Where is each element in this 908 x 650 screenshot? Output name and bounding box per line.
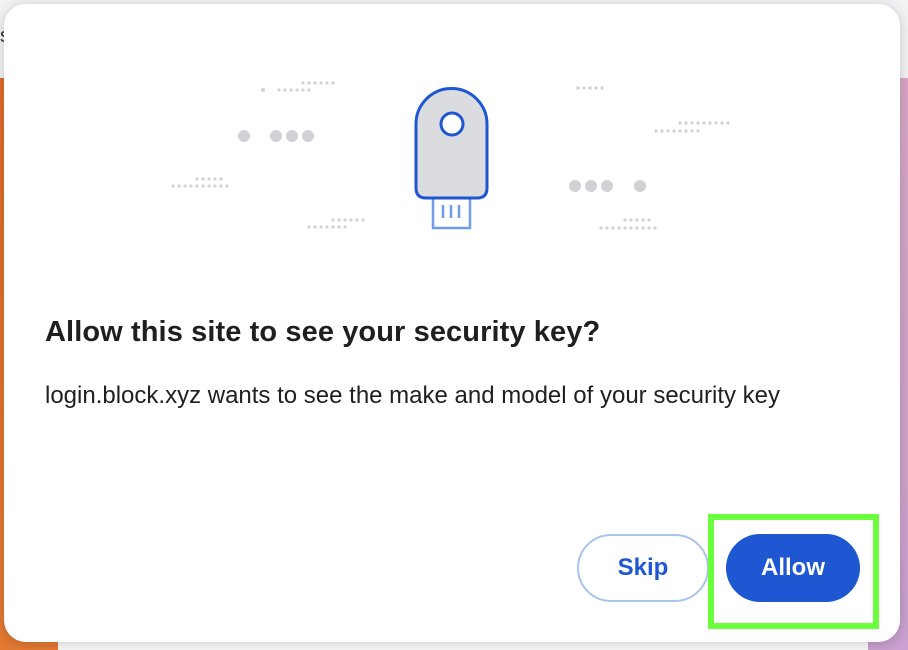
dialog-title: Allow this site to see your security key…	[45, 316, 601, 348]
allow-button-highlight-frame	[708, 514, 879, 629]
decorative-dots-left	[171, 81, 365, 229]
skip-button[interactable]: Skip	[577, 534, 709, 602]
dialog-message: login.block.xyz wants to see the make an…	[45, 382, 781, 409]
decorative-dots-right	[569, 86, 730, 230]
security-key-illustration	[171, 81, 730, 230]
usb-security-key-icon	[414, 87, 489, 230]
